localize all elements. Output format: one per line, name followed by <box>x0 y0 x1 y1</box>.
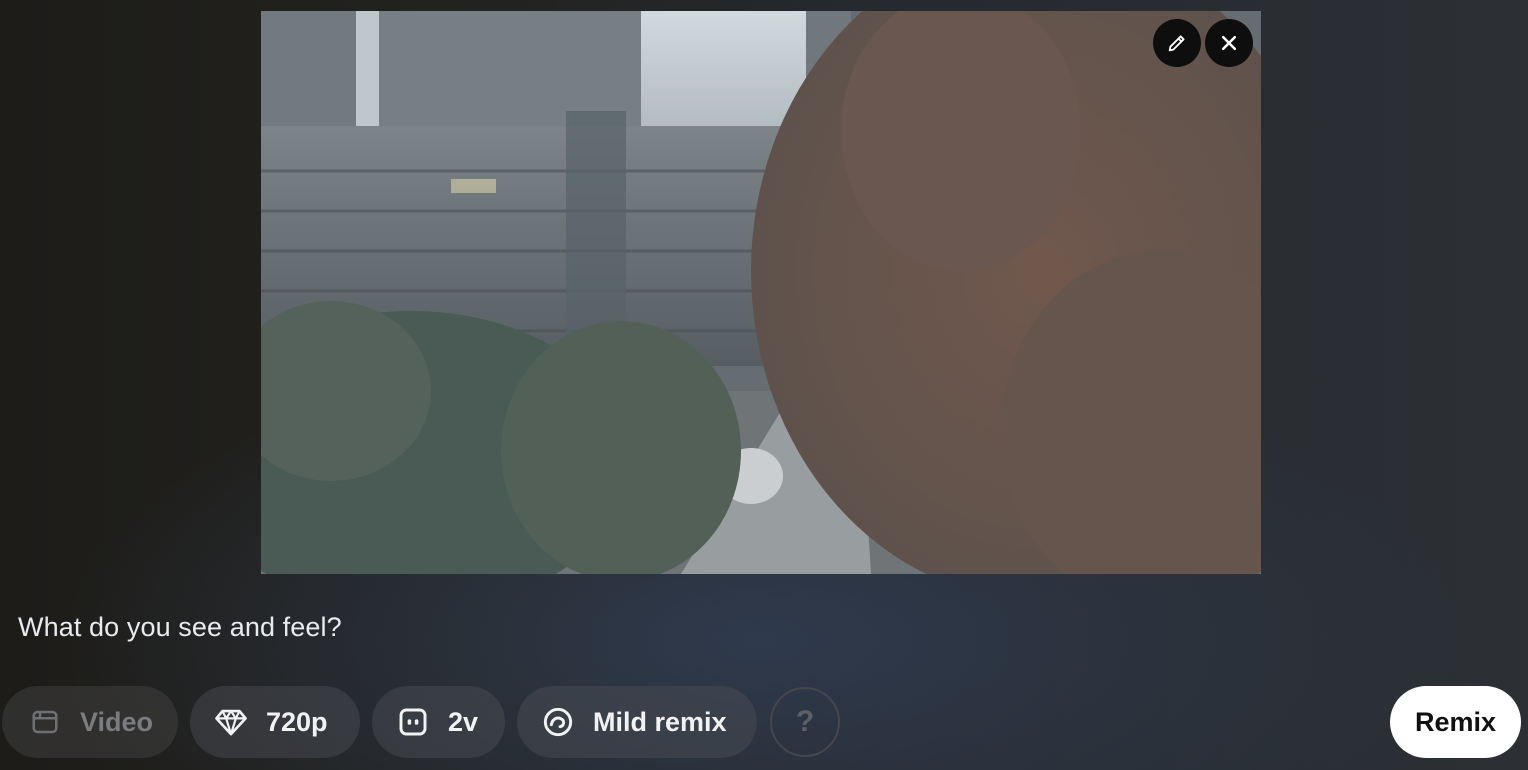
variations-button[interactable]: 2v <box>372 686 505 758</box>
variations-label: 2v <box>448 706 479 737</box>
diamond-icon <box>214 705 248 739</box>
variations-icon <box>396 705 430 739</box>
help-button[interactable]: ? <box>770 687 840 757</box>
remix-strength-label: Mild remix <box>593 706 727 737</box>
edit-button[interactable] <box>1153 19 1201 67</box>
prompt-text[interactable]: What do you see and feel? <box>18 612 342 643</box>
resolution-label: 720p <box>266 706 328 737</box>
remix-button[interactable]: Remix <box>1390 686 1521 758</box>
close-icon <box>1221 35 1237 51</box>
resolution-button[interactable]: 720p <box>190 686 360 758</box>
remix-strength-button[interactable]: Mild remix <box>517 686 757 758</box>
close-button[interactable] <box>1205 19 1253 67</box>
video-mode-button[interactable]: Video <box>2 686 178 758</box>
media-preview <box>261 11 1261 574</box>
remix-icon <box>541 705 575 739</box>
video-mode-label: Video <box>80 706 154 737</box>
scene-image <box>261 11 1261 574</box>
video-clip-icon <box>28 705 62 739</box>
pencil-icon <box>1168 35 1185 52</box>
